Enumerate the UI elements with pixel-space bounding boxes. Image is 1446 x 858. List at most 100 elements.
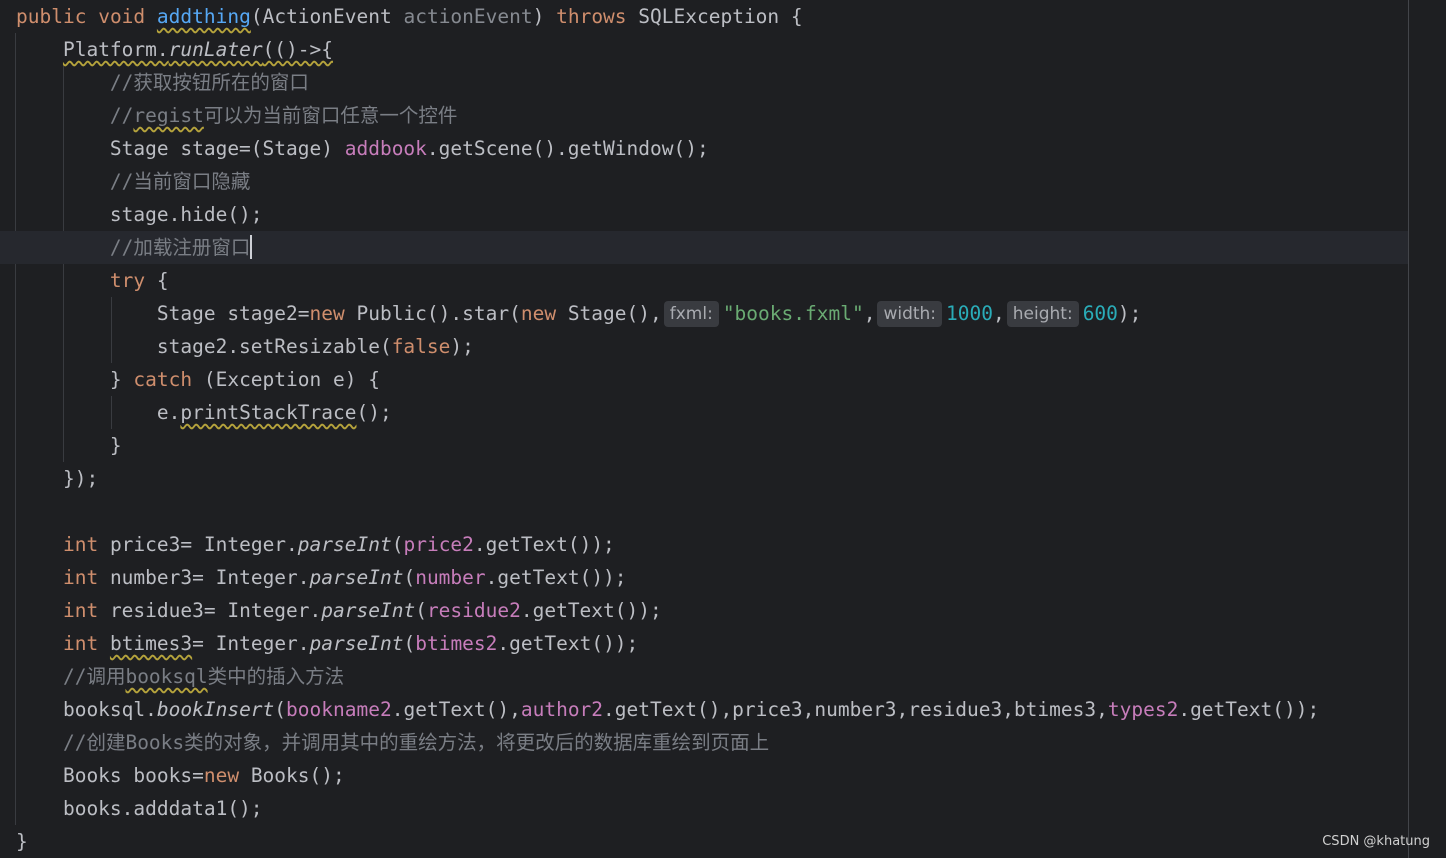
code-token: (: [415, 599, 427, 622]
code-token: btimes2: [415, 632, 498, 655]
code-line[interactable]: Platform.runLater(()->{: [0, 33, 1408, 66]
code-token: (: [403, 566, 416, 589]
code-token: .getText());: [520, 599, 662, 622]
code-token: }: [16, 830, 28, 853]
code-line[interactable]: int price3= Integer.parseInt(price2.getT…: [0, 528, 1408, 561]
code-line[interactable]: }: [0, 429, 1408, 462]
code-token: .getText(),: [391, 698, 521, 721]
code-token: (Exception e) {: [192, 368, 380, 391]
code-line[interactable]: books.adddata1();: [0, 792, 1408, 825]
code-line[interactable]: [0, 495, 1408, 528]
code-token: books.adddata1();: [16, 797, 263, 820]
code-line[interactable]: }: [0, 825, 1408, 858]
code-line[interactable]: stage2.setResizable(false);: [0, 330, 1408, 363]
code-token: //: [109, 104, 134, 127]
code-token: bookname2: [286, 698, 392, 721]
code-token: .getScene().getWindow();: [426, 137, 709, 160]
code-token: Books books=: [16, 764, 204, 787]
code-line[interactable]: //regist可以为当前窗口任意一个控件: [0, 99, 1408, 132]
code-token: ();: [356, 401, 392, 424]
code-line[interactable]: int number3= Integer.parseInt(number.get…: [0, 561, 1408, 594]
code-token: stage.hide();: [16, 203, 263, 226]
code-token: parseInt: [321, 599, 416, 622]
code-token: (: [391, 533, 404, 556]
code-token: .getText());: [485, 566, 627, 589]
code-token: addbook: [344, 137, 427, 160]
code-line[interactable]: //创建Books类的对象，并调用其中的重绘方法，将更改后的数据库重绘到页面上: [0, 726, 1408, 759]
code-token: (: [274, 698, 287, 721]
code-token: int: [62, 599, 99, 622]
code-token: new: [309, 302, 345, 325]
code-token: regist: [133, 104, 204, 127]
code-line[interactable]: Stage stage2=new Public().star(new Stage…: [0, 297, 1408, 330]
code-token: //加载注册窗口: [109, 236, 251, 259]
code-token: 可以为当前窗口任意一个控件: [203, 104, 458, 127]
parameter-hint: height:: [1006, 301, 1079, 327]
text-caret: [250, 235, 253, 259]
code-token: btimes3: [109, 632, 193, 655]
code-token: Public().star(: [344, 302, 521, 325]
code-token: );: [1117, 302, 1142, 325]
code-token: 类中的插入方法: [207, 665, 345, 688]
code-line[interactable]: int btimes3= Integer.parseInt(btimes2.ge…: [0, 627, 1408, 660]
code-token: actionEvent: [403, 5, 533, 28]
code-token: Books();: [239, 764, 345, 787]
code-token: int: [62, 632, 99, 655]
code-token: int: [62, 566, 99, 589]
code-token: bookInsert: [156, 698, 275, 721]
code-token: parseInt: [309, 632, 404, 655]
code-token: //调用: [62, 665, 126, 688]
parameter-hint: fxml:: [663, 301, 719, 327]
code-token: booksql.: [16, 698, 157, 721]
code-token: Platform.: [62, 38, 169, 61]
code-line[interactable]: booksql.bookInsert(bookname2.getText(),a…: [0, 693, 1408, 726]
code-line[interactable]: stage.hide();: [0, 198, 1408, 231]
code-token: {: [145, 269, 169, 292]
code-token: = Integer.: [192, 632, 310, 655]
code-token: new: [203, 764, 240, 787]
code-token: types2: [1107, 698, 1179, 721]
code-token: .getText());: [1178, 698, 1320, 721]
code-token: Stage stage=(Stage): [16, 137, 345, 160]
code-token: );: [450, 335, 474, 358]
code-token: //当前窗口隐藏: [109, 170, 251, 193]
code-token: public: [16, 5, 87, 28]
code-token: false: [391, 335, 451, 358]
code-token: price2: [403, 533, 474, 556]
code-line[interactable]: public void addthing(ActionEvent actionE…: [0, 0, 1408, 33]
code-line[interactable]: Books books=new Books();: [0, 759, 1408, 792]
code-line[interactable]: //获取按钮所在的窗口: [0, 66, 1408, 99]
code-line[interactable]: int residue3= Integer.parseInt(residue2.…: [0, 594, 1408, 627]
code-line[interactable]: e.printStackTrace();: [0, 396, 1408, 429]
code-token: number: [415, 566, 486, 589]
code-line[interactable]: //当前窗口隐藏: [0, 165, 1408, 198]
code-token: ): [532, 5, 557, 28]
code-token: booksql: [125, 665, 208, 688]
code-line[interactable]: //调用booksql类中的插入方法: [0, 660, 1408, 693]
code-token: residue3= Integer.: [98, 599, 322, 622]
code-token: (()->{: [262, 38, 334, 61]
code-token: .getText(),price3,number3,residue3,btime…: [603, 698, 1108, 721]
code-token: printStackTrace: [180, 401, 357, 424]
code-editor[interactable]: public void addthing(ActionEvent actionE…: [0, 0, 1446, 858]
code-token: author2: [520, 698, 604, 721]
code-line[interactable]: });: [0, 462, 1408, 495]
code-line[interactable]: //加载注册窗口: [0, 231, 1408, 264]
code-token: parseInt: [297, 533, 392, 556]
code-token: //获取按钮所在的窗口: [109, 71, 309, 94]
code-line[interactable]: try {: [0, 264, 1408, 297]
code-line[interactable]: } catch (Exception e) {: [0, 363, 1408, 396]
code-token: e.: [16, 401, 181, 424]
code-line[interactable]: Stage stage=(Stage) addbook.getScene().g…: [0, 132, 1408, 165]
code-token: try: [109, 269, 146, 292]
code-token: catch: [133, 368, 193, 391]
